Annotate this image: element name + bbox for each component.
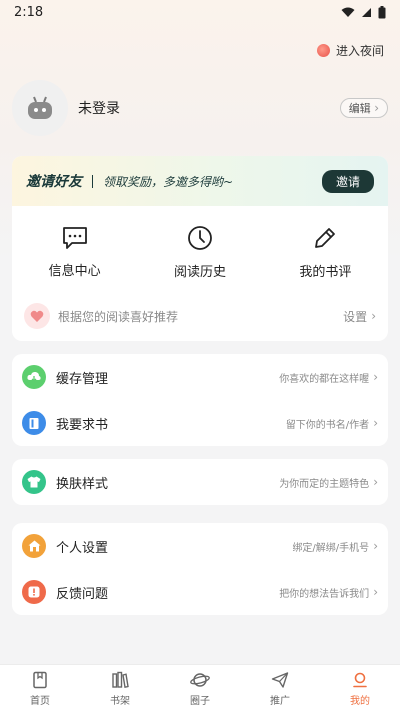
quick-action-messages[interactable]: 信息中心 [12,212,137,292]
paper-plane-icon [271,671,289,688]
planet-icon [190,672,210,687]
avatar[interactable] [12,80,68,136]
status-time: 2:18 [14,4,44,20]
wifi-icon [341,7,355,17]
pencil-icon [315,227,336,248]
robot-avatar-icon [28,96,52,119]
list-item-label: 个人设置 [56,540,109,556]
list-item-hint: 把你的想法告诉我们 [279,588,370,600]
quick-action-label: 信息中心 [48,263,101,279]
list-item-theme[interactable]: 换肤样式 为你而定的主题特色 › [12,459,388,505]
quick-actions: 信息中心 阅读历史 我的书评 [12,212,388,292]
message-icon [62,226,87,249]
recommend-text: 根据您的阅读喜好推荐 [58,309,179,324]
username[interactable]: 未登录 [78,98,120,118]
profile-header: 未登录 编辑 › [12,80,388,136]
list-item-label: 换肤样式 [56,476,109,492]
list-item-label: 反馈问题 [56,586,109,602]
invite-subtitle: 领取奖励，多邀多得哟~ [103,174,234,189]
divider [92,174,93,188]
list-item-label: 缓存管理 [56,371,109,387]
chevron-right-icon: › [373,370,378,384]
night-mode-label: 进入夜间 [335,44,384,58]
invite-button[interactable]: 邀请 [321,169,374,193]
feedback-icon [22,580,46,604]
edit-label: 编辑 [348,102,371,115]
nav-mine[interactable]: 我的 [320,665,400,712]
signal-icon [362,7,371,17]
battery-icon [378,5,386,18]
nav-home[interactable]: 首页 [0,665,80,712]
nav-promote[interactable]: 推广 [240,665,320,712]
chevron-right-icon: › [373,585,378,599]
recommend-settings-row[interactable]: 根据您的阅读喜好推荐 设置 › [12,298,388,334]
nav-label: 圈子 [190,695,210,707]
user-icon [353,672,367,687]
nav-bookshelf[interactable]: 书架 [80,665,160,712]
night-mode-toggle[interactable]: 进入夜间 [316,42,384,59]
nav-circle[interactable]: 圈子 [160,665,240,712]
nav-label: 书架 [110,695,130,707]
list-item-hint: 为你而定的主题特色 [279,478,370,490]
list-item-hint: 绑定/解绑/手机号 [292,542,370,554]
chevron-right-icon: › [371,309,376,323]
list-item-request-book[interactable]: 我要求书 留下你的书名/作者 › [12,400,388,446]
recommend-settings-link[interactable]: 设置 › [343,308,376,325]
home-icon [22,534,46,558]
quick-action-label: 我的书评 [299,264,352,280]
invite-banner[interactable]: 邀请好友 领取奖励，多邀多得哟~ 邀请 [12,156,388,206]
cloud-download-icon [22,365,46,389]
quick-action-label: 阅读历史 [173,264,226,280]
bookshelf-icon [112,671,129,688]
list-item-personal-settings[interactable]: 个人设置 绑定/解绑/手机号 › [12,523,388,569]
settings-group-1: 缓存管理 你喜欢的都在这样喔 › 我要求书 留下你的书名/作者 › [12,354,388,446]
list-item-label: 我要求书 [56,417,109,433]
chevron-right-icon: › [373,416,378,430]
nav-label: 推广 [270,695,290,707]
quick-action-reviews[interactable]: 我的书评 [263,212,388,292]
edit-profile-button[interactable]: 编辑 › [339,98,388,118]
clock-icon [188,225,212,250]
book-icon [22,411,46,435]
invite-title: 邀请好友 [26,174,82,190]
list-item-hint: 你喜欢的都在这样喔 [279,373,370,385]
shirt-icon [22,470,46,494]
invite-card: 邀请好友 领取奖励，多邀多得哟~ 邀请 信息中心 阅读历史 我的书评 根据您的阅… [12,156,388,341]
recommend-action-label: 设置 [343,309,368,324]
book-home-icon [33,671,47,688]
chevron-right-icon: › [374,101,379,115]
quick-action-history[interactable]: 阅读历史 [137,212,262,292]
list-item-cache[interactable]: 缓存管理 你喜欢的都在这样喔 › [12,354,388,400]
night-mode-icon [316,44,330,57]
list-item-feedback[interactable]: 反馈问题 把你的想法告诉我们 › [12,569,388,615]
settings-group-3: 个人设置 绑定/解绑/手机号 › 反馈问题 把你的想法告诉我们 › [12,523,388,615]
bottom-navigation: 首页 书架 圈子 推广 我的 [0,664,400,712]
settings-group-2: 换肤样式 为你而定的主题特色 › [12,459,388,505]
nav-label: 我的 [350,695,370,707]
chevron-right-icon: › [373,539,378,553]
status-bar: 2:18 [0,0,400,24]
chevron-right-icon: › [373,475,378,489]
heart-icon [24,303,50,329]
nav-label: 首页 [30,695,50,707]
list-item-hint: 留下你的书名/作者 [285,419,370,431]
